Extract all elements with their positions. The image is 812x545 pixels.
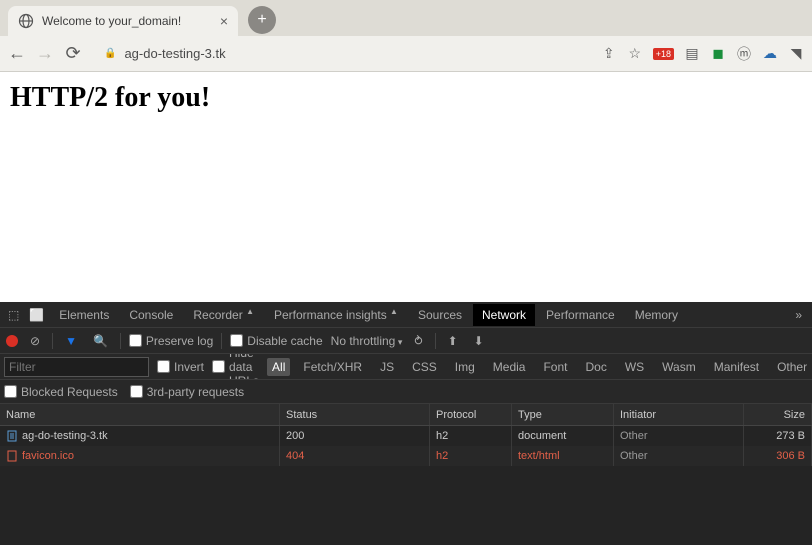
network-filter-bar: Invert Hide data URLs All Fetch/XHR JS C… [0, 354, 812, 380]
page-heading: HTTP/2 for you! [10, 82, 802, 114]
tab-recorder[interactable]: Recorder ▲ [184, 303, 263, 326]
new-tab-button[interactable]: + [248, 6, 276, 34]
tab-strip: Welcome to your_domain! × + [0, 0, 812, 36]
type-manifest[interactable]: Manifest [709, 358, 764, 376]
type-doc[interactable]: Doc [580, 358, 611, 376]
throttling-select[interactable]: No throttling [331, 334, 403, 348]
type-js[interactable]: JS [375, 358, 399, 376]
forward-button[interactable]: → [36, 43, 54, 64]
extension-icon-4[interactable]: ☁ [762, 46, 778, 62]
type-css[interactable]: CSS [407, 358, 442, 376]
device-icon[interactable]: ⬜ [25, 308, 48, 322]
type-fetch[interactable]: Fetch/XHR [298, 358, 367, 376]
globe-icon [18, 13, 34, 29]
import-icon[interactable]: ⬆ [444, 334, 462, 348]
back-button[interactable]: ← [8, 43, 26, 64]
toolbar-actions: ⇪ ☆ +18 ▤ ◼ ⓜ ☁ ◥ [601, 46, 804, 62]
type-media[interactable]: Media [488, 358, 531, 376]
type-img[interactable]: Img [450, 358, 480, 376]
devtools-panel: ⬚ ⬜ Elements Console Recorder ▲ Performa… [0, 302, 812, 545]
network-conditions-icon[interactable]: ⥁ [410, 334, 426, 348]
preserve-log-checkbox[interactable]: Preserve log [129, 334, 213, 348]
col-size[interactable]: Size [744, 404, 812, 425]
tab-elements[interactable]: Elements [50, 304, 118, 326]
hide-data-urls-checkbox[interactable]: Hide data URLs [212, 354, 259, 380]
tab-sources[interactable]: Sources [409, 304, 471, 326]
type-font[interactable]: Font [538, 358, 572, 376]
document-icon [6, 450, 18, 462]
url-text: ag-do-testing-3.tk [124, 46, 225, 61]
extension-icon-5[interactable]: ◥ [788, 46, 804, 62]
type-wasm[interactable]: Wasm [657, 358, 701, 376]
third-party-checkbox[interactable]: 3rd-party requests [130, 385, 244, 399]
network-table-header[interactable]: Name Status Protocol Type Initiator Size [0, 404, 812, 426]
record-button[interactable] [6, 335, 18, 347]
table-row[interactable]: favicon.ico 404 h2 text/html Other 306 B [0, 446, 812, 466]
table-row[interactable]: ag-do-testing-3.tk 200 h2 document Other… [0, 426, 812, 446]
tab-network[interactable]: Network [473, 304, 535, 326]
browser-toolbar: ← → ⟳ 🔒 ag-do-testing-3.tk ⇪ ☆ +18 ▤ ◼ ⓜ… [0, 36, 812, 72]
page-content: HTTP/2 for you! [0, 72, 812, 302]
extension-icon-3[interactable]: ⓜ [736, 46, 752, 62]
close-icon[interactable]: × [220, 13, 228, 29]
disable-cache-checkbox[interactable]: Disable cache [230, 334, 322, 348]
extension-icon-2[interactable]: ◼ [710, 46, 726, 62]
devtools-tabbar: ⬚ ⬜ Elements Console Recorder ▲ Performa… [0, 302, 812, 328]
tab-console[interactable]: Console [120, 304, 182, 326]
clear-icon[interactable]: ⊘ [26, 334, 44, 348]
tab-performance[interactable]: Performance [537, 304, 624, 326]
col-protocol[interactable]: Protocol [430, 404, 512, 425]
extension-icon-1[interactable]: ▤ [684, 46, 700, 62]
reload-button[interactable]: ⟳ [64, 43, 82, 64]
tab-title: Welcome to your_domain! [42, 14, 212, 28]
type-ws[interactable]: WS [620, 358, 649, 376]
filter-toggle-icon[interactable]: ▼ [61, 334, 81, 348]
export-icon[interactable]: ⬇ [470, 334, 488, 348]
invert-checkbox[interactable]: Invert [157, 360, 204, 374]
type-all[interactable]: All [267, 358, 290, 376]
col-name[interactable]: Name [0, 404, 280, 425]
tab-memory[interactable]: Memory [626, 304, 687, 326]
blocked-requests-checkbox[interactable]: Blocked Requests [4, 385, 118, 399]
tabs-overflow-icon[interactable]: » [789, 308, 808, 322]
extension-badge[interactable]: +18 [653, 48, 674, 60]
network-table: Name Status Protocol Type Initiator Size… [0, 404, 812, 545]
tab-performance-insights[interactable]: Performance insights ▲ [265, 303, 407, 326]
col-status[interactable]: Status [280, 404, 430, 425]
browser-tab[interactable]: Welcome to your_domain! × [8, 6, 238, 36]
inspect-icon[interactable]: ⬚ [4, 308, 23, 322]
col-initiator[interactable]: Initiator [614, 404, 744, 425]
filter-input[interactable] [4, 357, 149, 377]
lock-icon: 🔒 [104, 48, 116, 59]
address-bar[interactable]: 🔒 ag-do-testing-3.tk [92, 40, 591, 68]
share-icon[interactable]: ⇪ [601, 46, 617, 62]
network-toolbar: ⊘ ▼ 🔍 Preserve log Disable cache No thro… [0, 328, 812, 354]
search-icon[interactable]: 🔍 [89, 334, 112, 348]
document-icon [6, 430, 18, 442]
bookmark-icon[interactable]: ☆ [627, 46, 643, 62]
col-type[interactable]: Type [512, 404, 614, 425]
type-other[interactable]: Other [772, 358, 812, 376]
network-filter-bar-2: Blocked Requests 3rd-party requests [0, 380, 812, 404]
